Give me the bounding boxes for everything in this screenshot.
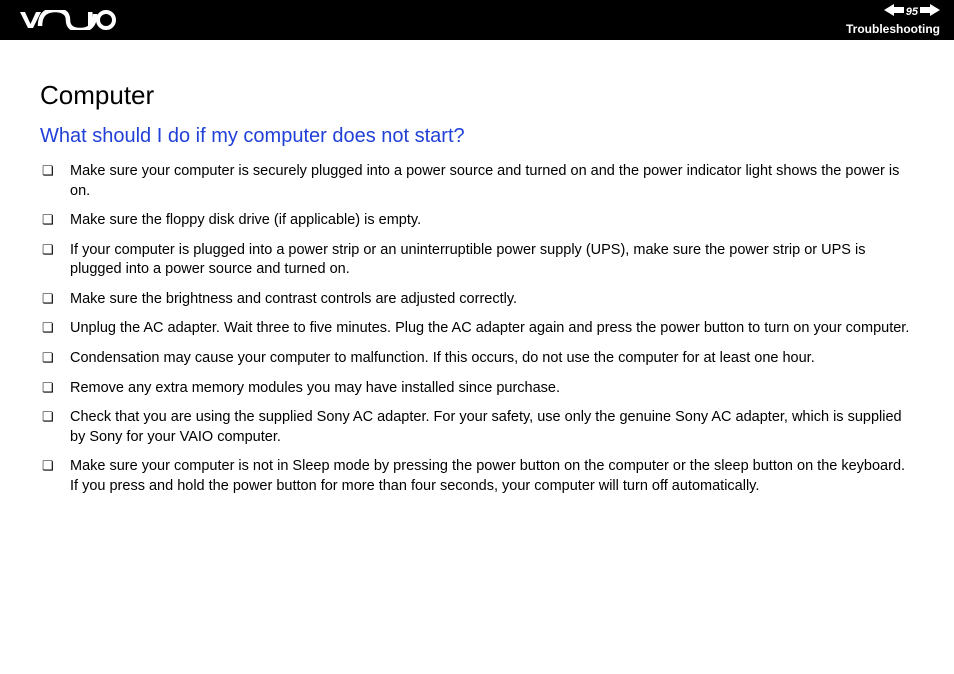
list-item: Make sure your computer is not in Sleep … [70, 457, 914, 496]
header-section: Troubleshooting [846, 22, 940, 36]
page-number: 95 [906, 6, 918, 18]
list-item: Make sure the brightness and contrast co… [70, 290, 914, 310]
list-item: If your computer is plugged into a power… [70, 241, 914, 280]
section-title: Computer [40, 80, 914, 111]
question-heading: What should I do if my computer does not… [40, 125, 914, 148]
vaio-logo [20, 10, 116, 30]
list-item: Make sure the floppy disk drive (if appl… [70, 211, 914, 231]
list-item: Make sure your computer is securely plug… [70, 162, 914, 201]
list-item: Check that you are using the supplied So… [70, 408, 914, 447]
page-nav: 95 [884, 4, 940, 20]
page-content: Computer What should I do if my computer… [0, 40, 954, 496]
list-item: Unplug the AC adapter. Wait three to fiv… [70, 319, 914, 339]
page-header: 95 Troubleshooting [0, 0, 954, 40]
checklist: Make sure your computer is securely plug… [40, 162, 914, 496]
list-item: Remove any extra memory modules you may … [70, 379, 914, 399]
list-item: Condensation may cause your computer to … [70, 349, 914, 369]
nav-prev-icon[interactable] [884, 3, 904, 21]
nav-next-icon[interactable] [920, 3, 940, 21]
